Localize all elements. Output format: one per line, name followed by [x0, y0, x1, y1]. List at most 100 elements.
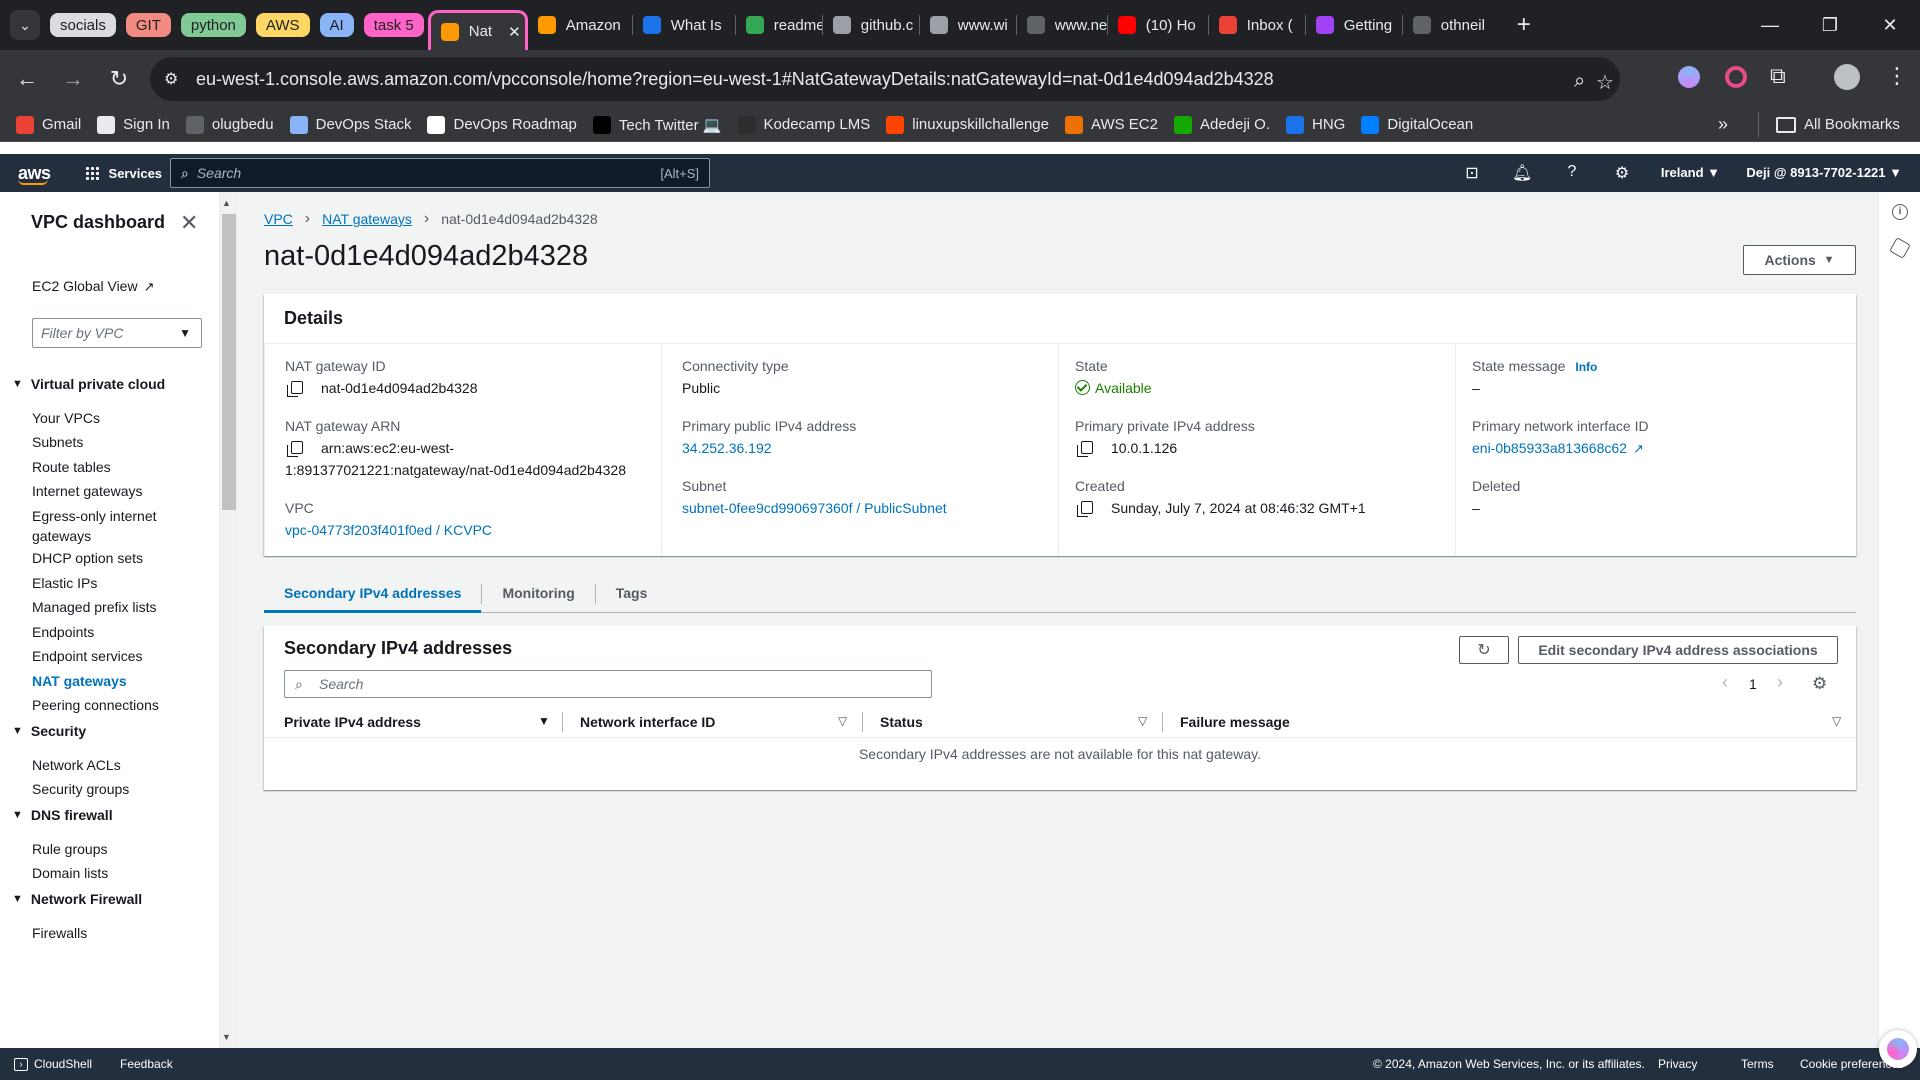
- scroll-up-icon[interactable]: ▲: [222, 198, 231, 208]
- copy-icon[interactable]: [1077, 441, 1093, 457]
- filter-by-vpc-select[interactable]: Filter by VPC ▼: [32, 318, 202, 348]
- sidebar-section-header[interactable]: ▼ DNS firewall: [12, 807, 113, 823]
- sidebar-item-ec2-global-view[interactable]: EC2 Global View ↗: [32, 278, 154, 295]
- table-settings-gear-icon[interactable]: ⚙: [1812, 674, 1827, 694]
- breadcrumb-nat-gateways[interactable]: NAT gateways: [322, 211, 412, 227]
- tab-monitoring[interactable]: Monitoring: [482, 575, 594, 613]
- bookmark-item[interactable]: olugbedu: [185, 115, 274, 134]
- sidebar-item[interactable]: Route tables: [32, 459, 111, 475]
- sidebar-item[interactable]: Your VPCs: [32, 410, 100, 426]
- sort-caret-icon[interactable]: ▽: [1832, 714, 1841, 728]
- page-number[interactable]: 1: [1749, 676, 1757, 692]
- tab-group-chip[interactable]: python: [180, 13, 246, 37]
- bookmark-item[interactable]: Tech Twitter 💻: [592, 115, 722, 134]
- sidebar-section-header[interactable]: ▼ Network Firewall: [12, 891, 142, 907]
- info-panel-icon[interactable]: i: [1892, 204, 1908, 220]
- col-failure-message[interactable]: Failure message: [1180, 714, 1290, 730]
- breadcrumb-vpc[interactable]: VPC: [264, 211, 293, 227]
- services-menu[interactable]: Services: [84, 166, 162, 181]
- profile-avatar[interactable]: [1834, 64, 1860, 90]
- bookmark-item[interactable]: Sign In: [97, 115, 170, 134]
- col-private-ipv4[interactable]: Private IPv4 address: [284, 714, 421, 730]
- restore-icon[interactable]: ❐: [1800, 0, 1860, 50]
- tab-group-chip[interactable]: socials: [50, 13, 116, 37]
- edit-secondary-ipv4-button[interactable]: Edit secondary IPv4 address associations: [1518, 636, 1838, 664]
- puzzle-icon[interactable]: ⧉: [1770, 63, 1786, 89]
- browser-tab[interactable]: Nat ✕: [427, 10, 528, 50]
- secondary-search-input[interactable]: ⌕ Search: [284, 670, 932, 698]
- reload-icon[interactable]: ↻: [100, 60, 138, 98]
- scroll-down-icon[interactable]: ▼: [222, 1032, 231, 1042]
- terms-link[interactable]: Terms: [1741, 1057, 1774, 1071]
- subnet-link[interactable]: subnet-0fee9cd990697360f / PublicSubnet: [682, 500, 947, 516]
- feedback-link[interactable]: Feedback: [120, 1057, 173, 1071]
- bookmark-item[interactable]: Gmail: [16, 115, 81, 134]
- copy-icon[interactable]: [1077, 501, 1093, 517]
- aws-search-input[interactable]: ⌕ Search [Alt+S]: [170, 158, 710, 188]
- close-window-icon[interactable]: ✕: [1860, 0, 1920, 50]
- copy-icon[interactable]: [287, 381, 303, 397]
- back-icon[interactable]: ←: [8, 60, 46, 98]
- region-selector[interactable]: Ireland ▼: [1661, 165, 1720, 180]
- col-network-interface-id[interactable]: Network interface ID: [580, 714, 715, 730]
- browser-tab[interactable]: Inbox (: [1209, 5, 1305, 45]
- notifications-bell-icon[interactable]: 🔔︎: [1512, 163, 1532, 183]
- eni-link[interactable]: eni-0b85933a813668c62 ↗: [1472, 440, 1644, 457]
- sidebar-item[interactable]: Managed prefix lists: [32, 599, 157, 615]
- settings-gear-icon[interactable]: ⚙: [1612, 163, 1632, 183]
- sidebar-item[interactable]: Elastic IPs: [32, 575, 97, 591]
- tab-group-chip[interactable]: AI: [319, 13, 354, 37]
- extension-2-icon[interactable]: [1725, 66, 1747, 88]
- vpc-link[interactable]: vpc-04773f203f401f0ed / KCVPC: [285, 522, 492, 538]
- tab-group-chip[interactable]: AWS: [255, 13, 310, 37]
- aws-logo[interactable]: aws: [18, 163, 51, 185]
- bookmark-item[interactable]: HNG: [1286, 115, 1345, 134]
- sidebar-item[interactable]: Rule groups: [32, 841, 108, 857]
- site-info-icon[interactable]: ⚙: [164, 69, 184, 89]
- hexagon-icon[interactable]: [1889, 237, 1911, 259]
- sidebar-item[interactable]: Peering connections: [32, 697, 159, 713]
- sidebar-item[interactable]: Firewalls: [32, 925, 87, 941]
- close-tab-icon[interactable]: ✕: [508, 23, 521, 41]
- assistant-bubble[interactable]: [1879, 1030, 1917, 1068]
- star-icon[interactable]: ☆: [1596, 70, 1614, 95]
- sidebar-item[interactable]: NAT gateways: [32, 673, 127, 689]
- account-menu[interactable]: Deji @ 8913-7702-1221 ▼: [1746, 165, 1902, 180]
- close-sidebar-icon[interactable]: ✕: [180, 210, 198, 236]
- bookmark-item[interactable]: DevOps Stack: [289, 115, 411, 134]
- browser-tab[interactable]: Amazon: [528, 5, 632, 45]
- next-page-icon[interactable]: ›: [1777, 672, 1783, 693]
- sidebar-item[interactable]: Domain lists: [32, 865, 108, 881]
- zoom-icon[interactable]: ⌕: [1574, 70, 1585, 93]
- sidebar-item[interactable]: Subnets: [32, 434, 83, 450]
- bookmark-item[interactable]: DigitalOcean: [1361, 115, 1473, 134]
- sidebar-section-header[interactable]: ▼ Virtual private cloud: [12, 376, 165, 392]
- browser-tab[interactable]: github.c: [823, 5, 919, 45]
- sidebar-scroll-thumb[interactable]: [222, 214, 236, 510]
- privacy-link[interactable]: Privacy: [1658, 1057, 1697, 1071]
- tab-search-icon[interactable]: ⌄: [10, 10, 40, 40]
- sidebar-item[interactable]: Endpoint services: [32, 648, 143, 664]
- sidebar-item[interactable]: DHCP option sets: [32, 550, 143, 566]
- url-omnibox[interactable]: ⚙ eu-west-1.console.aws.amazon.com/vpcco…: [150, 57, 1620, 101]
- sidebar-item[interactable]: Internet gateways: [32, 483, 143, 499]
- col-status[interactable]: Status: [880, 714, 923, 730]
- browser-tab[interactable]: othneil: [1403, 5, 1503, 45]
- tab-group-chip[interactable]: task 5: [363, 13, 424, 37]
- info-link[interactable]: Info: [1575, 360, 1597, 374]
- forward-icon[interactable]: →: [54, 60, 92, 98]
- refresh-button[interactable]: ↻: [1459, 636, 1509, 664]
- prev-page-icon[interactable]: ‹: [1722, 672, 1728, 693]
- tab-tags[interactable]: Tags: [596, 575, 668, 613]
- cloudshell-link[interactable]: › CloudShell: [14, 1057, 92, 1071]
- sidebar-item[interactable]: Security groups: [32, 781, 129, 797]
- public-ip-link[interactable]: 34.252.36.192: [682, 440, 772, 456]
- bookmark-item[interactable]: Adedeji O.: [1173, 115, 1270, 134]
- browser-tab[interactable]: Getting: [1306, 5, 1402, 45]
- sidebar-item[interactable]: Endpoints: [32, 624, 94, 640]
- actions-button[interactable]: Actions ▼: [1743, 245, 1856, 275]
- tab-group-chip[interactable]: GIT: [125, 13, 171, 37]
- bookmark-item[interactable]: Kodecamp LMS: [737, 115, 870, 134]
- browser-tab[interactable]: (10) Ho: [1108, 5, 1208, 45]
- browser-tab[interactable]: readme: [736, 5, 822, 45]
